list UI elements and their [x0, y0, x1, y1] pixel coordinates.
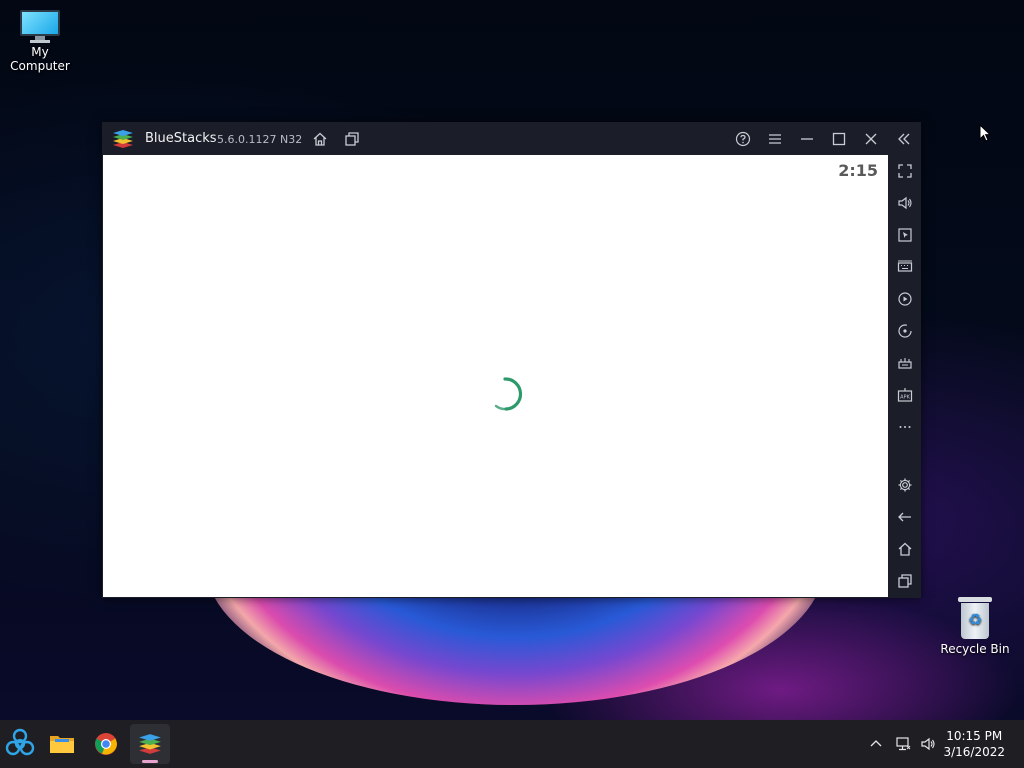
chevron-up-icon	[870, 740, 882, 747]
macro-record-icon	[898, 292, 912, 306]
desktop-icon-my-computer[interactable]: My Computer	[0, 10, 80, 73]
loading-spinner-icon	[494, 377, 523, 411]
bluestacks-window: BlueStacks 5.6.0.1127 N32 2:15 APK	[102, 122, 921, 598]
help-icon	[735, 131, 751, 147]
biohazard-start-icon	[5, 728, 35, 756]
taskbar-file-explorer[interactable]	[42, 724, 82, 764]
keyboard-icon	[897, 260, 913, 272]
back-button[interactable]	[893, 505, 917, 529]
show-hidden-icons-button[interactable]	[866, 720, 886, 768]
rotate-button[interactable]	[893, 319, 917, 343]
more-button[interactable]	[893, 415, 917, 439]
rotate-icon	[898, 324, 912, 338]
home-icon	[313, 132, 327, 146]
help-button[interactable]	[731, 127, 755, 151]
volume-button[interactable]	[893, 191, 917, 215]
volume-tray-button[interactable]	[918, 720, 938, 768]
menu-icon	[769, 134, 781, 144]
tool-sidebar: APK	[889, 155, 921, 598]
recent-apps-icon	[898, 574, 912, 588]
file-explorer-icon	[50, 736, 74, 753]
app-version: 5.6.0.1127 N32	[217, 133, 303, 146]
close-button[interactable]	[859, 127, 883, 151]
desktop-icon-label: Recycle Bin	[940, 642, 1010, 656]
menu-button[interactable]	[763, 127, 787, 151]
desktop-icon-label: My Computer	[10, 45, 70, 73]
settings-icon	[898, 478, 912, 492]
active-app-indicator	[142, 760, 158, 763]
bluestacks-icon	[139, 734, 161, 754]
game-controls-button[interactable]	[893, 351, 917, 375]
back-icon	[898, 512, 911, 522]
android-screen[interactable]: 2:15	[103, 155, 888, 597]
clock-time: 10:15 PM	[946, 729, 1003, 743]
start-button[interactable]	[0, 724, 40, 764]
multi-instance-icon	[345, 132, 359, 146]
taskbar-chrome[interactable]	[86, 724, 126, 764]
computer-icon	[20, 10, 60, 43]
settings-button[interactable]	[893, 473, 917, 497]
minimize-icon	[801, 138, 813, 140]
maximize-button[interactable]	[827, 127, 851, 151]
game-controls-icon	[898, 358, 912, 369]
emulator-clock: 2:15	[838, 161, 878, 180]
minimize-button[interactable]	[795, 127, 819, 151]
multi-instance-button[interactable]	[340, 127, 364, 151]
speaker-icon	[921, 737, 935, 751]
apk-install-icon: APK	[897, 388, 913, 402]
close-icon	[865, 133, 877, 145]
desktop-icon-recycle-bin[interactable]: ♻ Recycle Bin	[935, 597, 1015, 656]
home-icon	[898, 542, 912, 556]
home-button[interactable]	[308, 127, 332, 151]
volume-icon	[898, 196, 912, 210]
taskbar-clock[interactable]: 10:15 PM 3/16/2022	[943, 728, 1005, 760]
network-button[interactable]	[893, 720, 913, 768]
install-apk-button[interactable]: APK	[893, 383, 917, 407]
recent-apps-button[interactable]	[893, 569, 917, 593]
android-home-button[interactable]	[893, 537, 917, 561]
lock-cursor-button[interactable]	[893, 223, 917, 247]
collapse-sidebar-button[interactable]	[892, 127, 916, 151]
taskbar: 10:15 PM 3/16/2022	[0, 720, 1024, 768]
taskbar-bluestacks[interactable]	[130, 724, 170, 764]
maximize-icon	[832, 132, 846, 146]
app-name: BlueStacks	[145, 131, 217, 146]
chrome-icon	[95, 733, 117, 755]
svg-text:APK: APK	[900, 395, 910, 401]
fullscreen-button[interactable]	[893, 159, 917, 183]
window-titlebar[interactable]: BlueStacks 5.6.0.1127 N32	[102, 122, 921, 155]
more-icon	[899, 426, 911, 428]
keyboard-button[interactable]	[893, 255, 917, 279]
fullscreen-icon	[898, 164, 912, 178]
recycle-bin-icon: ♻	[958, 597, 992, 639]
cursor-icon	[898, 228, 912, 242]
bluestacks-logo-icon	[112, 129, 134, 149]
clock-date: 3/16/2022	[943, 745, 1005, 759]
network-icon	[896, 737, 911, 751]
macro-recorder-button[interactable]	[893, 287, 917, 311]
collapse-sidebar-icon	[898, 133, 910, 145]
